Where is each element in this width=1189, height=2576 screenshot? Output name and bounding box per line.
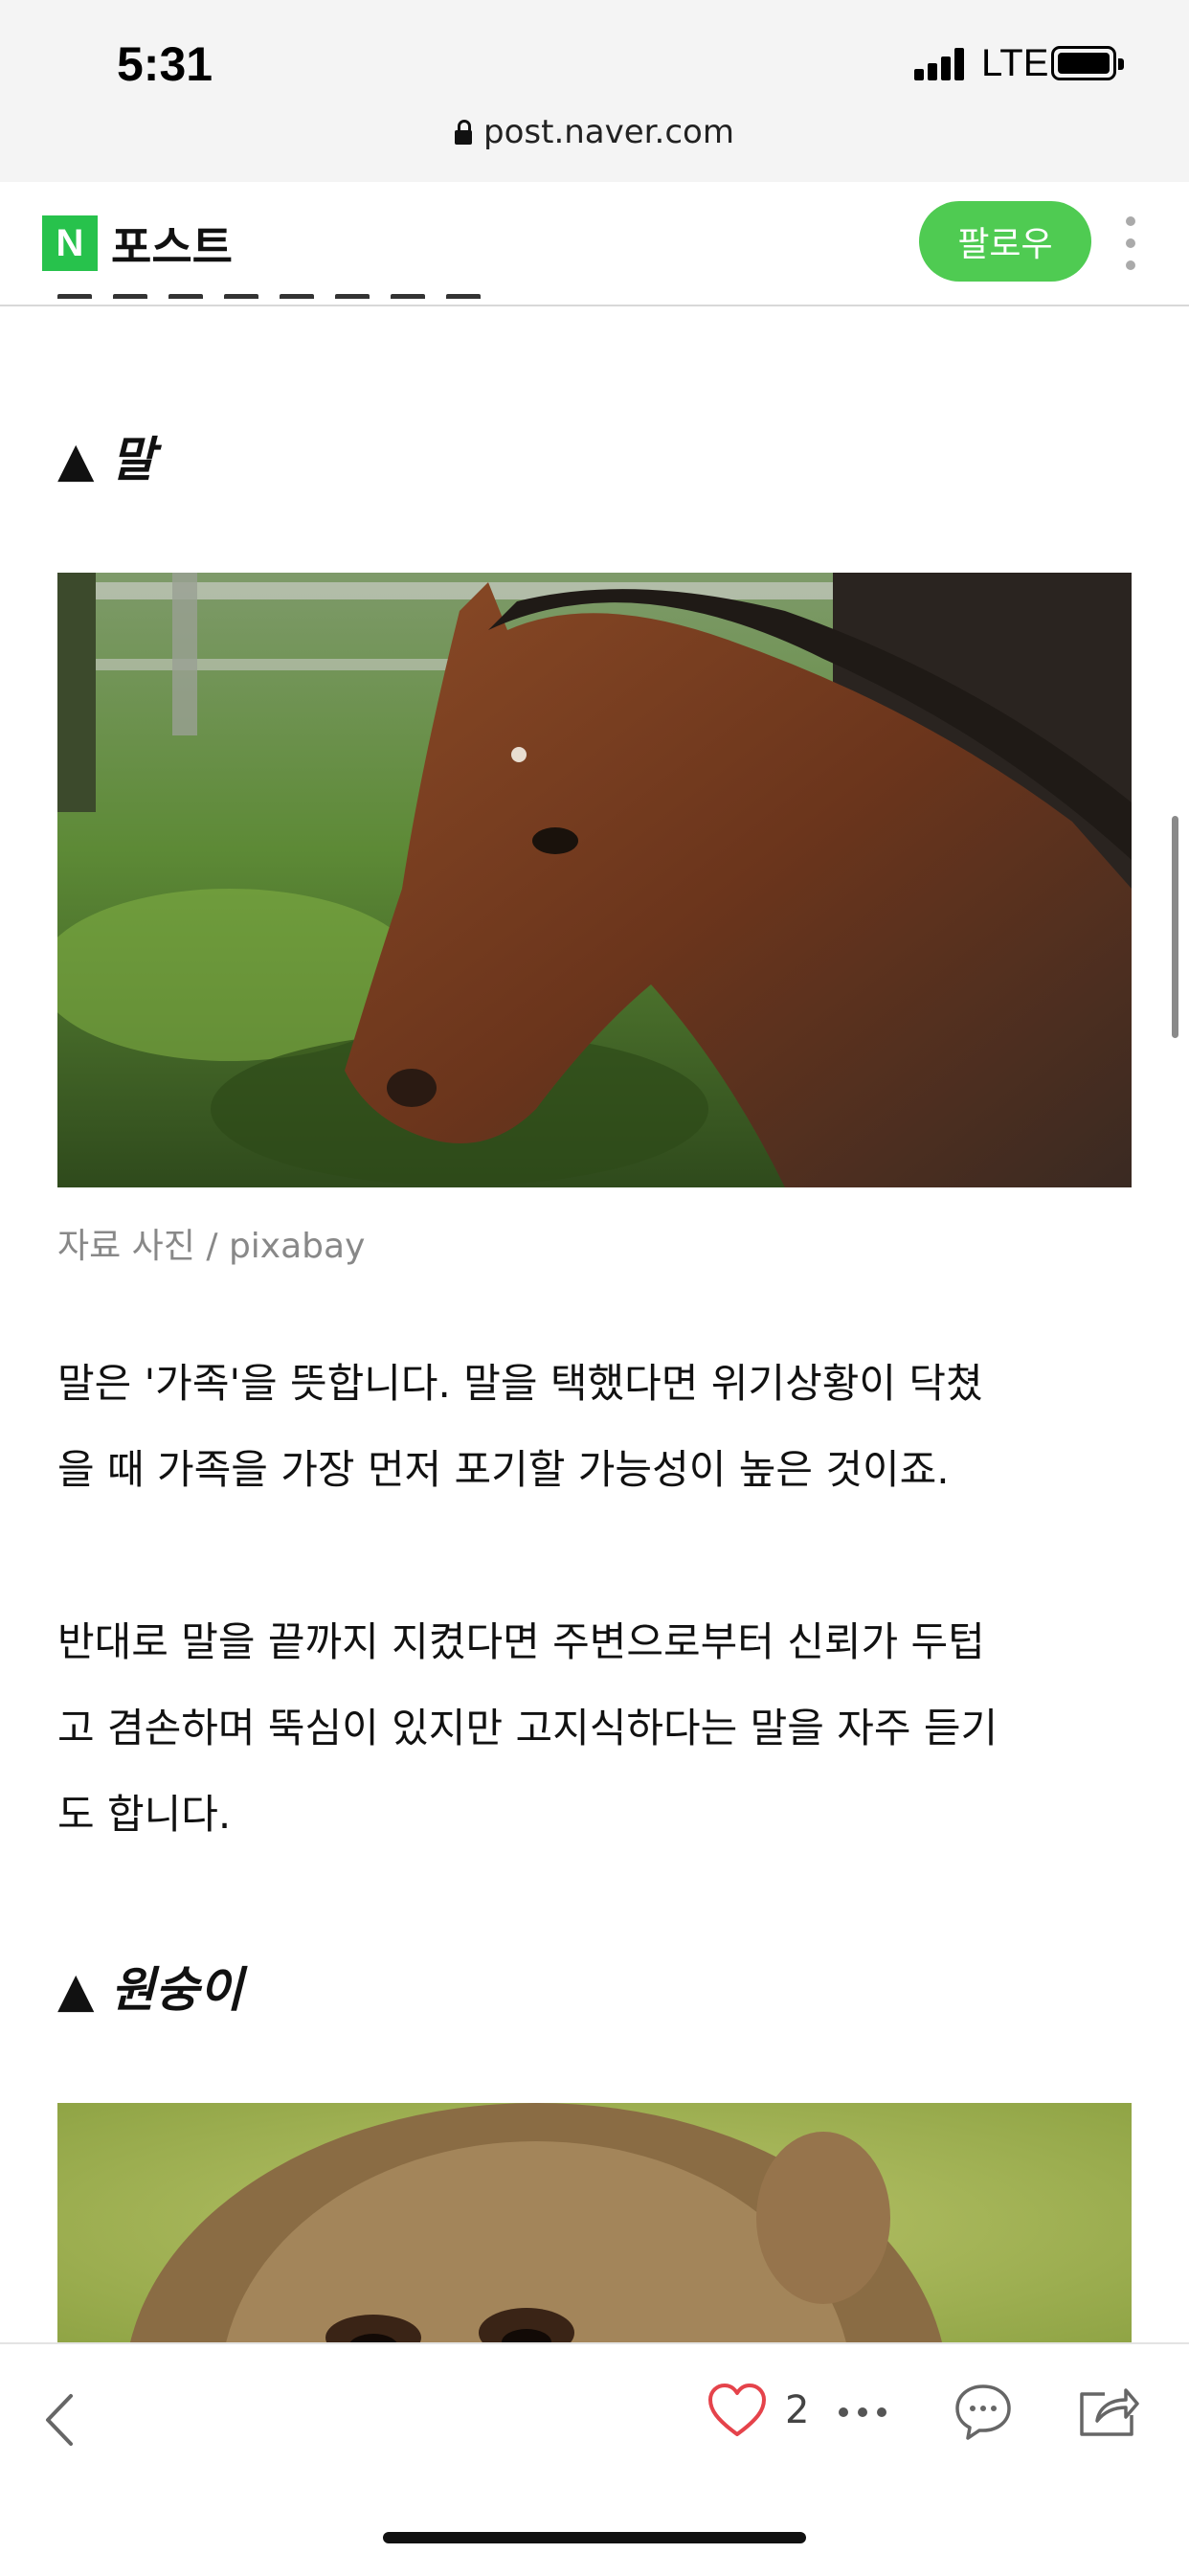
paragraph-2: 반대로 말을 끝까지 지켰다면 주변으로부터 신뢰가 두텁 고 겸손하며 뚝심이… [57,1599,1139,1858]
paragraph-line: 말은 '가족'을 뜻합니다. 말을 택했다면 위기상황이 닥쳤 [57,1360,983,1407]
horse-image [57,573,1132,1187]
more-icon[interactable] [839,2407,890,2419]
network-label: LTE [981,42,1049,84]
header-title[interactable]: 포스트 [111,213,233,276]
lock-icon [455,120,473,145]
signal-icon [914,48,968,80]
scrollbar-thumb[interactable] [1172,816,1178,1038]
paragraph-1: 말은 '가족'을 뜻합니다. 말을 택했다면 위기상황이 닥쳤 을 때 가족을 … [57,1341,1139,1513]
battery-icon [1051,46,1124,80]
paragraph-line: 도 합니다. [57,1791,232,1838]
monkey-photo [57,2103,1132,2342]
more-options-icon[interactable] [1126,216,1137,270]
back-icon[interactable] [38,2386,84,2453]
status-time: 5:31 [117,37,213,91]
url-text: post.naver.com [483,113,734,151]
paragraph-line: 고 겸손하며 뚝심이 있지만 고지식하다는 말을 자주 듣기 [57,1705,998,1751]
heart-icon[interactable] [707,2383,768,2440]
section-heading-monkey: ▲ 원숭이 [57,1962,243,2018]
address-bar[interactable]: post.naver.com [0,113,1189,151]
monkey-image [57,2103,1132,2342]
home-indicator[interactable] [383,2532,806,2543]
share-icon[interactable] [1076,2381,1141,2438]
paragraph-line: 반대로 말을 끝까지 지켰다면 주변으로부터 신뢰가 두텁 [57,1618,985,1665]
section-heading-horse: ▲ 말 [57,432,155,487]
naver-logo[interactable]: N [42,215,98,271]
follow-button[interactable]: 팔로우 [919,201,1091,282]
paragraph-line: 을 때 가족을 가장 먼저 포기할 가능성이 높은 것이죠. [57,1446,950,1493]
like-count: 2 [785,2388,810,2432]
comment-icon[interactable] [953,2381,1013,2442]
horse-photo [57,573,1132,1187]
status-bar: 5:31 LTE post.naver.com [0,0,1189,182]
photo-caption: 자료 사진 / pixabay [57,1227,366,1266]
clipped-text-line [57,287,594,299]
